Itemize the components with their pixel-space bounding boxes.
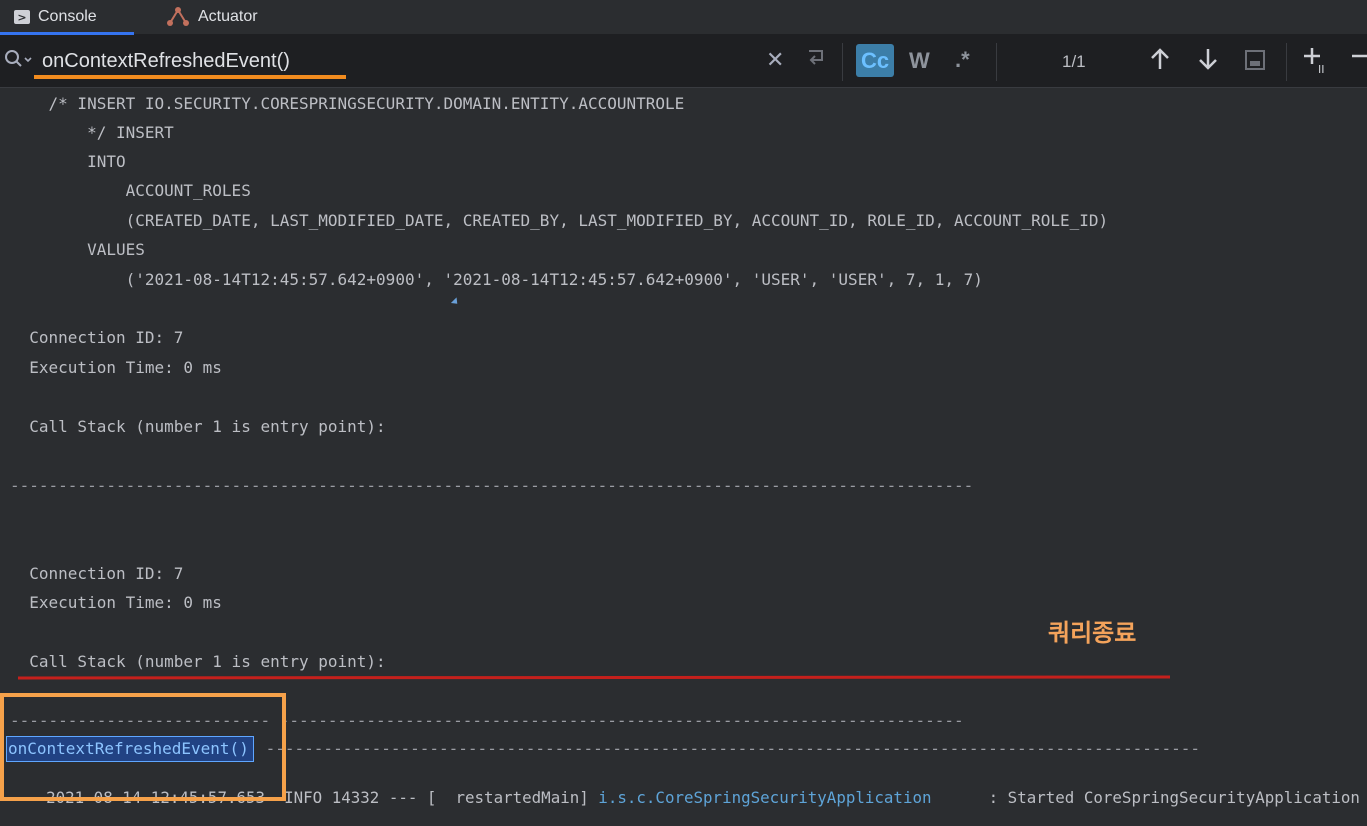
console-line: (CREATED_DATE, LAST_MODIFIED_DATE, CREAT… bbox=[10, 211, 1109, 230]
match-case-button[interactable]: Cc bbox=[856, 44, 894, 77]
filter-results-icon[interactable] bbox=[1243, 48, 1267, 78]
log-message: : Started CoreSpringSecurityApplication bbox=[988, 788, 1360, 807]
toolbar-separator bbox=[842, 43, 843, 81]
console-line: /* INSERT IO.SECURITY.CORESPRINGSECURITY… bbox=[10, 94, 685, 113]
tab-actuator[interactable]: Actuator bbox=[152, 0, 258, 34]
words-button[interactable]: W bbox=[909, 48, 930, 74]
toolbar-separator bbox=[996, 43, 997, 81]
toolbar-separator bbox=[1286, 43, 1287, 81]
console-line: Call Stack (number 1 is entry point): bbox=[10, 417, 386, 436]
tab-console-label: Console bbox=[38, 8, 97, 25]
tool-window-tab-bar: > Console Actuator bbox=[0, 0, 1367, 35]
log-level: INFO bbox=[284, 788, 323, 807]
mouse-cursor bbox=[450, 297, 461, 307]
remove-occurrence-icon[interactable] bbox=[1350, 46, 1367, 80]
regex-button[interactable]: .* bbox=[955, 47, 970, 73]
console-icon: > bbox=[14, 10, 30, 24]
annotation-red-underline bbox=[18, 675, 1170, 680]
search-input[interactable] bbox=[42, 48, 322, 74]
match-count: 1/1 bbox=[1062, 52, 1086, 71]
console-line: INTO bbox=[10, 152, 126, 171]
console-line: Connection ID: 7 bbox=[10, 564, 184, 583]
separator-line: ----------------------------------------… bbox=[256, 739, 1201, 758]
tab-actuator-label: Actuator bbox=[198, 8, 258, 25]
console-line: Execution Time: 0 ms bbox=[10, 593, 222, 612]
console-line: Call Stack (number 1 is entry point): bbox=[10, 652, 386, 671]
add-occurrence-icon[interactable]: II bbox=[1302, 46, 1332, 80]
previous-occurrence-icon[interactable] bbox=[1148, 46, 1172, 78]
log-thread: [ restartedMain] bbox=[426, 788, 589, 807]
new-line-icon[interactable] bbox=[804, 46, 828, 76]
console-line: Execution Time: 0 ms bbox=[10, 358, 222, 377]
tab-console[interactable]: > Console bbox=[0, 0, 134, 35]
console-line: ACCOUNT_ROLES bbox=[10, 181, 251, 200]
console-line: VALUES bbox=[10, 240, 145, 259]
actuator-icon bbox=[166, 6, 190, 28]
separator-line: ----------------------------------------… bbox=[10, 476, 974, 495]
log-separator: --- bbox=[388, 788, 418, 807]
search-highlight-underline bbox=[34, 75, 346, 79]
log-pid: 14332 bbox=[331, 788, 380, 807]
log-logger-link[interactable]: i.s.c.CoreSpringSecurityApplication bbox=[598, 788, 931, 807]
console-line: */ INSERT bbox=[10, 123, 174, 142]
console-line: ('2021-08-14T12:45:57.642+0900', '2021-0… bbox=[10, 270, 983, 289]
query-end-annotation: 쿼리종료 bbox=[1048, 619, 1137, 647]
console-line: Connection ID: 7 bbox=[10, 328, 184, 347]
search-icon[interactable] bbox=[4, 49, 34, 75]
search-bar: ✕ Cc W .* 1/1 II bbox=[0, 35, 1367, 88]
svg-text:II: II bbox=[1318, 63, 1325, 74]
next-occurrence-icon[interactable] bbox=[1196, 46, 1220, 78]
annotation-orange-box bbox=[0, 693, 286, 801]
clear-icon[interactable]: ✕ bbox=[766, 47, 784, 73]
